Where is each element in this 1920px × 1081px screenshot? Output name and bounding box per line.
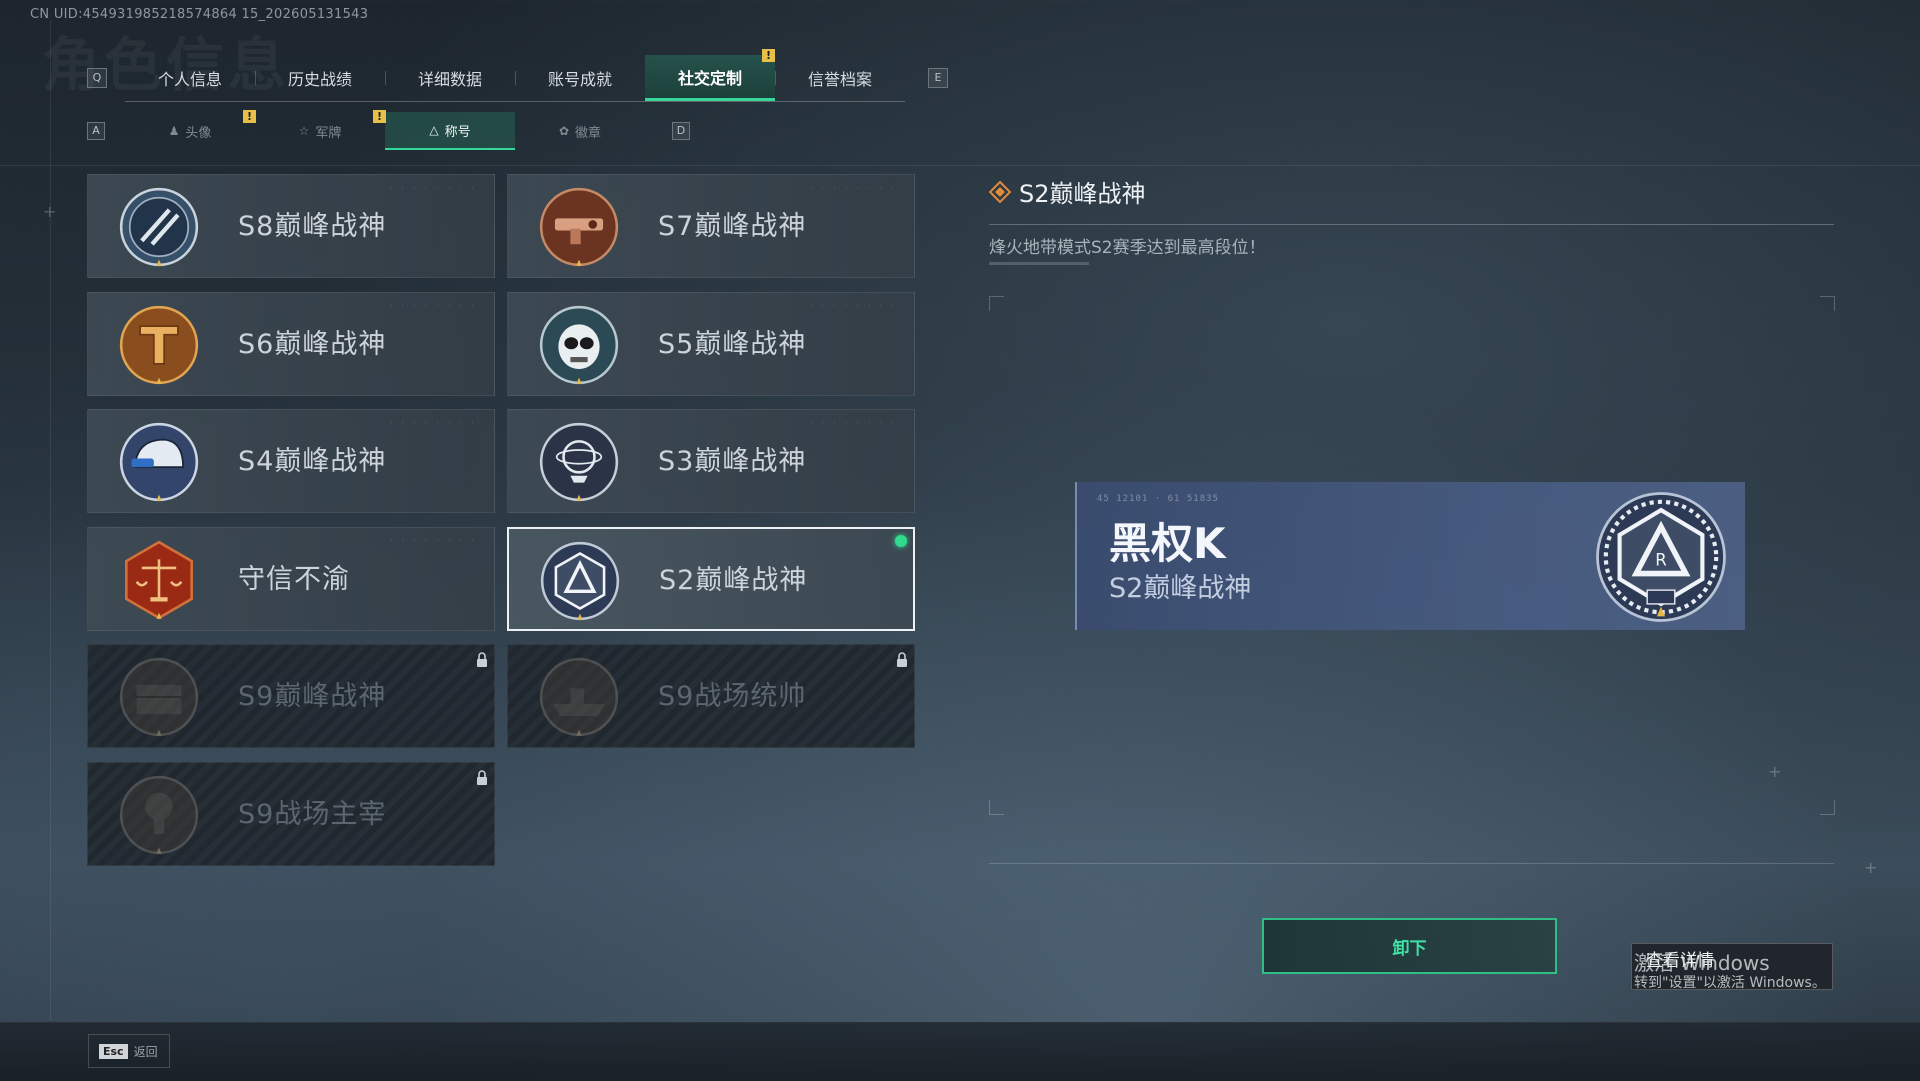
title-card-label: S4巅峰战神 xyxy=(238,446,387,477)
s7-emblem xyxy=(539,187,619,267)
crosshair-icon: + xyxy=(1768,762,1782,781)
equipped-indicator xyxy=(895,534,907,547)
prev-subtab-key[interactable]: A xyxy=(87,122,105,140)
subtab-title[interactable]: △ 称号 xyxy=(385,112,515,150)
card-deco: · · · · · · · · xyxy=(388,183,476,192)
s9-ship-emblem xyxy=(539,657,619,737)
card-deco: · · · · · · · · xyxy=(808,418,896,427)
subtab-dogtag[interactable]: ☆ 军牌 xyxy=(255,112,385,150)
esc-key: Esc xyxy=(99,1043,128,1059)
title-card-label: S5巅峰战神 xyxy=(658,328,807,360)
tab-history[interactable]: 历史战绩 xyxy=(255,55,385,101)
hud-line xyxy=(989,262,1089,265)
tab-achievements[interactable]: 账号成就 xyxy=(515,55,645,101)
subtab-badge-label: 徽章 xyxy=(575,125,602,141)
triangle-icon: △ xyxy=(429,123,439,137)
subtab-avatar[interactable]: ♟ 头像 xyxy=(125,112,255,150)
frame-corner xyxy=(1820,296,1835,311)
subtab-avatar-label: 头像 xyxy=(185,125,212,141)
prev-tab-key[interactable]: Q xyxy=(87,68,107,88)
diamond-icon xyxy=(989,180,1011,203)
crosshair-icon: + xyxy=(1864,858,1878,877)
s9-wall-emblem xyxy=(119,657,199,737)
hud-line xyxy=(0,165,1920,166)
back-label: 返回 xyxy=(133,1044,158,1059)
lock-icon xyxy=(897,652,907,667)
card-deco: · · · · · · · · xyxy=(808,300,896,310)
title-card-label: S7巅峰战神 xyxy=(658,211,807,242)
divider xyxy=(989,224,1834,225)
s8-emblem xyxy=(119,187,199,267)
s4-emblem xyxy=(119,422,199,502)
s9-blast-emblem xyxy=(119,775,199,854)
title-card-label: S9战场统帅 xyxy=(658,681,807,712)
title-card-label: 守信不渝 xyxy=(238,563,350,595)
title-card-label: S3巅峰战神 xyxy=(658,446,807,477)
player-name: 黑权K xyxy=(1109,519,1226,568)
svg-text:R: R xyxy=(1655,550,1667,569)
main-tab-bar: 个人信息 历史战绩 详细数据 账号成就 社交定制 信誉档案 xyxy=(125,55,905,102)
s5-emblem xyxy=(539,305,619,384)
alert-badge: ! xyxy=(762,49,775,62)
title-card[interactable]: S9战场主宰 xyxy=(87,761,495,866)
bottom-bar xyxy=(0,1022,1920,1081)
s6-emblem xyxy=(119,305,199,384)
tab-social-custom[interactable]: 社交定制 xyxy=(645,55,775,101)
detail-title-text: S2巅峰战神 xyxy=(1019,180,1146,208)
unequip-button[interactable]: 卸下 xyxy=(1262,918,1557,974)
next-subtab-key[interactable]: D xyxy=(672,122,690,140)
dogtag-icon: ☆ xyxy=(298,124,310,138)
frame-corner xyxy=(989,296,1004,311)
card-deco: · · · · · · · · xyxy=(388,418,476,427)
crosshair-icon: + xyxy=(43,202,57,221)
alert-badge: ! xyxy=(373,110,386,123)
wings-icon: ✿ xyxy=(558,124,570,138)
title-card[interactable]: S5巅峰战神 · · · · · · · · xyxy=(507,291,915,396)
s2-emblem-large: R xyxy=(1596,492,1726,622)
title-preview-plate: 45 12101 · 61 51835 黑权K S2巅峰战神 R xyxy=(1075,482,1745,630)
title-card[interactable]: S7巅峰战神 · · · · · · · · xyxy=(507,174,915,278)
subtab-title-label: 称号 xyxy=(444,124,471,140)
lock-icon xyxy=(477,769,487,785)
s3-emblem xyxy=(539,422,619,502)
tab-detailed-data[interactable]: 详细数据 xyxy=(385,55,515,101)
preview-title: S2巅峰战神 xyxy=(1109,573,1252,604)
scales-emblem xyxy=(125,540,193,619)
title-card[interactable]: S8巅峰战神 · · · · · · · · xyxy=(87,174,495,278)
view-details-button[interactable]: 查看详情 激活 Windows 转到"设置"以激活 Windows。 xyxy=(1631,943,1833,991)
title-card[interactable]: S4巅峰战神 · · · · · · · · xyxy=(87,409,495,513)
plate-deco: 45 12101 · 61 51835 xyxy=(1097,494,1219,504)
frame-corner xyxy=(1820,800,1835,815)
card-deco: · · · · · · · · xyxy=(808,183,896,192)
title-card-label: S2巅峰战神 xyxy=(659,564,808,596)
person-icon: ♟ xyxy=(168,124,180,138)
detail-description: 烽火地带模式S2赛季达到最高段位！ xyxy=(989,238,1266,258)
title-card[interactable]: S6巅峰战神 · · · · · · · · xyxy=(87,291,495,396)
subtab-badge[interactable]: ✿ 徽章 xyxy=(515,112,645,150)
tab-personal-info[interactable]: 个人信息 xyxy=(125,55,255,101)
card-deco: · · · · · · · · xyxy=(388,535,476,545)
alert-badge: ! xyxy=(243,110,256,123)
hud-line xyxy=(50,20,51,1020)
subtab-dogtag-label: 军牌 xyxy=(315,125,342,141)
title-card[interactable]: S3巅峰战神 · · · · · · · · xyxy=(507,409,915,513)
card-deco: · · · · · · · · xyxy=(388,300,476,310)
lock-icon xyxy=(477,652,487,667)
title-card[interactable]: S9巅峰战神 xyxy=(87,644,495,748)
tab-reputation[interactable]: 信誉档案 xyxy=(775,55,905,101)
title-card-label: S9巅峰战神 xyxy=(238,681,387,712)
next-tab-key[interactable]: E xyxy=(928,68,948,88)
title-card-label: S8巅峰战神 xyxy=(238,211,387,242)
back-button[interactable]: Esc 返回 xyxy=(88,1034,170,1068)
s2-emblem xyxy=(540,541,620,620)
title-card[interactable]: S9战场统帅 xyxy=(507,644,915,748)
activation-watermark-sub: 转到"设置"以激活 Windows。 xyxy=(1634,975,1826,991)
title-card[interactable]: 守信不渝 · · · · · · · · xyxy=(87,526,495,631)
title-card-label: S6巅峰战神 xyxy=(238,328,387,360)
detail-title: S2巅峰战神 xyxy=(989,174,1146,209)
hud-line xyxy=(989,863,1834,864)
title-card[interactable]: S2巅峰战神 xyxy=(507,526,915,631)
frame-corner xyxy=(989,800,1004,815)
title-card-label: S9战场主宰 xyxy=(238,798,387,830)
